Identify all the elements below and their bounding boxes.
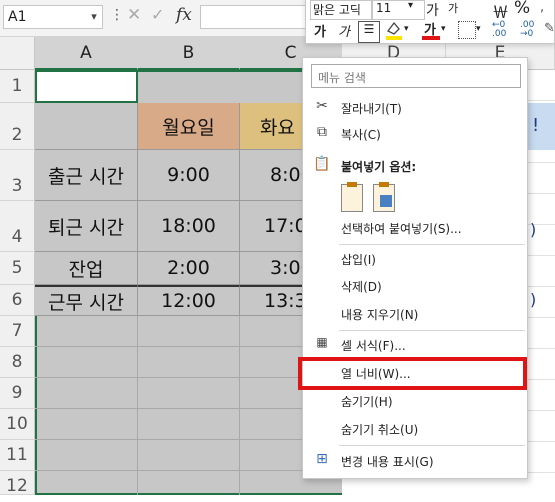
cell-a2[interactable] — [35, 103, 138, 150]
font-name-box[interactable]: 맑은 고딕 — [310, 0, 372, 20]
menu-item-paste-options: 📋 붙여넣기 옵션: — [303, 153, 527, 179]
insert-function-button[interactable]: fx — [176, 5, 192, 25]
cell-b6[interactable]: 12:00 — [138, 285, 240, 316]
bold-button[interactable]: 가 — [314, 21, 326, 40]
select-all-corner[interactable] — [0, 37, 35, 70]
menu-item-label: 변경 내용 표시(G) — [341, 455, 434, 469]
chevron-down-icon[interactable]: ▾ — [408, 0, 413, 11]
context-menu: 메뉴 검색 ✂ 잘라내기(T) ⧉ 복사(C) 📋 붙여넣기 옵션: 선택하여 … — [302, 57, 528, 479]
highlight-box — [298, 357, 527, 390]
chevron-down-icon[interactable]: ▾ — [404, 24, 409, 34]
menu-item-delete[interactable]: 삭제(D) — [303, 273, 527, 299]
empty-grid — [35, 316, 342, 495]
copy-icon: ⧉ — [317, 124, 327, 140]
cell-c2[interactable]: 화요 — [240, 103, 302, 150]
borders-icon[interactable] — [458, 21, 476, 39]
decrease-decimal-icon[interactable]: .00 →0 — [520, 21, 534, 39]
menu-item-label: 셀 서식(F)... — [341, 339, 406, 353]
show-changes-icon: ⊞ — [316, 451, 328, 467]
column-header-b[interactable]: B — [138, 37, 240, 70]
row-header-5[interactable]: 5 — [0, 252, 35, 285]
font-size-box[interactable]: 11 — [372, 0, 425, 20]
percent-button[interactable]: % — [514, 0, 530, 18]
format-painter-icon[interactable]: ✎ — [544, 21, 555, 36]
cancel-entry-icon[interactable]: ✕ — [127, 5, 141, 25]
comma-style-icon[interactable]: , — [540, 0, 544, 15]
menu-item-unhide[interactable]: 숨기기 취소(U) — [303, 416, 527, 442]
row-header-1[interactable]: 1 — [0, 70, 35, 103]
column-header-a[interactable]: A — [35, 37, 138, 70]
cell-b5[interactable]: 2:00 — [138, 252, 240, 285]
cell-e6-edge: ) — [530, 290, 537, 309]
menu-item-label: 삭제(D) — [341, 280, 382, 294]
paste-values-icon[interactable] — [373, 182, 395, 212]
align-center-icon[interactable]: ☰ — [358, 21, 380, 43]
menu-item-format-cells[interactable]: ▦ 셀 서식(F)... — [303, 332, 527, 358]
cell-c5[interactable]: 3:00 — [240, 252, 302, 285]
cell-a5[interactable]: 잔업 — [35, 252, 138, 285]
menu-item-label: 잘라내기(T) — [341, 102, 402, 116]
menu-separator — [339, 330, 525, 331]
cell-a3[interactable]: 출근 시간 — [35, 150, 138, 201]
cell-b3[interactable]: 9:00 — [138, 150, 240, 201]
menu-separator — [339, 244, 525, 245]
menu-item-label: 복사(C) — [341, 128, 381, 142]
cell-c3[interactable]: 8:00 — [240, 150, 302, 201]
mini-toolbar: 맑은 고딕 11 ▾ 가 가 ￦ % , 가 가 ☰ ▾ 가 ▾ ▾ ←0.00… — [305, 0, 555, 44]
cell-e4-edge: ) — [530, 220, 537, 239]
menu-item-label: 숨기기 취소(U) — [341, 423, 419, 437]
grow-font-button[interactable]: 가 — [426, 0, 439, 20]
menu-separator — [339, 445, 525, 446]
cell-b4[interactable]: 18:00 — [138, 201, 240, 252]
menu-item-label: 붙여넣기 옵션: — [341, 160, 417, 174]
format-cells-icon: ▦ — [316, 335, 328, 349]
row-header-10[interactable]: 10 — [0, 409, 35, 440]
row-header-9[interactable]: 9 — [0, 378, 35, 409]
font-color-icon[interactable]: 가 — [422, 19, 440, 41]
menu-item-show-changes[interactable]: ⊞ 변경 내용 표시(G) — [303, 448, 527, 474]
menu-item-label: 내용 지우기(N) — [341, 308, 419, 322]
row-header-6[interactable]: 6 — [0, 285, 35, 316]
row-header-2[interactable]: 2 — [0, 103, 35, 150]
menu-item-paste-special[interactable]: 선택하여 붙여넣기(S)... — [303, 215, 527, 241]
shrink-font-button[interactable]: 가 — [448, 0, 458, 16]
row-header-4[interactable]: 4 — [0, 201, 35, 252]
menu-item-cut[interactable]: ✂ 잘라내기(T) — [303, 95, 527, 121]
menu-item-label: 삽입(I) — [341, 253, 376, 267]
cell-a4[interactable]: 퇴근 시간 — [35, 201, 138, 252]
fill-color-icon[interactable] — [384, 19, 404, 41]
row-header-12[interactable]: 12 — [0, 471, 35, 496]
increase-decimal-icon[interactable]: ←0.00 — [492, 21, 506, 39]
menu-search-input[interactable]: 메뉴 검색 — [311, 64, 521, 88]
row-header-8[interactable]: 8 — [0, 347, 35, 378]
chevron-down-icon[interactable]: ▾ — [441, 24, 446, 34]
scissors-icon: ✂ — [316, 98, 328, 114]
formula-input[interactable] — [200, 5, 310, 29]
cell-a1[interactable] — [35, 70, 138, 103]
cell-e2-edge[interactable]: ! — [528, 103, 555, 150]
cell-a6[interactable]: 근무 시간 — [35, 285, 138, 316]
confirm-entry-icon[interactable]: ✓ — [151, 5, 164, 24]
menu-item-label: 숨기기(H) — [341, 395, 393, 409]
italic-button[interactable]: 가 — [338, 21, 350, 40]
row-header-7[interactable]: 7 — [0, 316, 35, 347]
menu-item-copy[interactable]: ⧉ 복사(C) — [303, 121, 527, 147]
clipboard-icon: 📋 — [313, 156, 331, 172]
menu-item-hide[interactable]: 숨기기(H) — [303, 388, 527, 414]
chevron-down-icon[interactable]: ▾ — [476, 24, 481, 34]
more-options-icon[interactable]: ⋮ — [110, 7, 124, 23]
paste-icon[interactable] — [341, 182, 363, 212]
cell-c6[interactable]: 13:3 — [240, 285, 302, 316]
chevron-down-icon[interactable]: ▾ — [85, 5, 103, 29]
cell-b2[interactable]: 월요일 — [138, 103, 240, 150]
menu-item-label: 선택하여 붙여넣기(S)... — [341, 222, 462, 236]
menu-item-insert[interactable]: 삽입(I) — [303, 246, 527, 272]
row-header-3[interactable]: 3 — [0, 150, 35, 201]
cell-c4[interactable]: 17:0 — [240, 201, 302, 252]
menu-item-clear-contents[interactable]: 내용 지우기(N) — [303, 301, 527, 327]
row-header-11[interactable]: 11 — [0, 440, 35, 471]
